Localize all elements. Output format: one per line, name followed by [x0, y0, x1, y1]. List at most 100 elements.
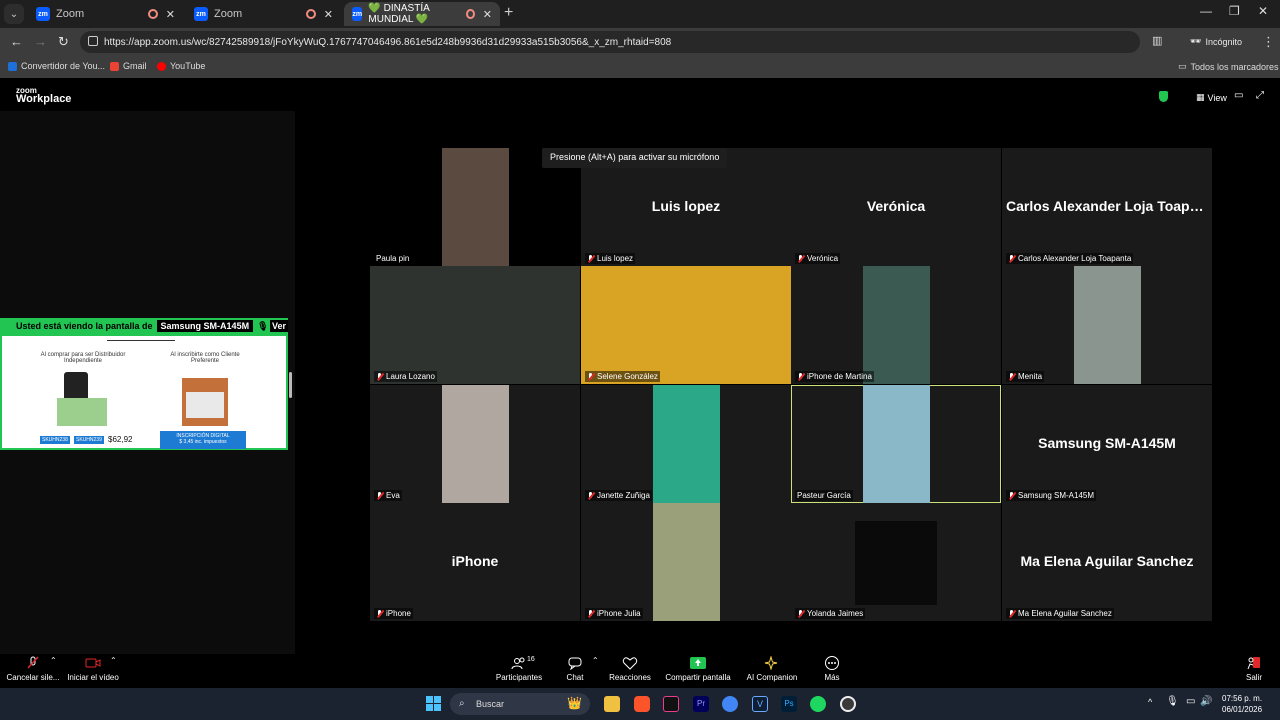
photoshop-icon[interactable]: Ps	[781, 696, 797, 712]
tiktok-icon[interactable]	[663, 696, 679, 712]
app-icon[interactable]	[840, 696, 856, 712]
participant-tile[interactable]: Eva	[370, 385, 580, 503]
incognito-indicator[interactable]: 🕶 Incógnito	[1190, 36, 1242, 47]
brave-browser-icon[interactable]	[634, 696, 650, 712]
encryption-shield-icon[interactable]	[1159, 91, 1168, 102]
new-tab-button[interactable]: +	[504, 4, 513, 22]
screen: ⌄ zm Zoom ✕ zm Zoom ✕ zm 💚 DINASTÍA MUND…	[0, 0, 1280, 720]
windows-taskbar: ⌕ Buscar 👑 Pr V Ps ^ 🎙 ▭ 🔊 07:56 p. m. 0…	[0, 688, 1280, 720]
participant-video	[370, 266, 580, 384]
browser-tab-zoom-2[interactable]: zm Zoom ✕	[186, 2, 341, 26]
participant-tile[interactable]: Selene González	[581, 266, 791, 384]
microphone-icon[interactable]: 🎙	[1166, 696, 1179, 707]
chat-button[interactable]: Chat	[558, 656, 592, 682]
bookmark-convertidor[interactable]: Convertidor de You...	[8, 61, 105, 71]
participants-button[interactable]: Participantes 16	[493, 656, 545, 682]
audio-options-caret-icon[interactable]: ⌃	[50, 656, 57, 665]
back-icon[interactable]: ←	[10, 34, 23, 49]
participant-tile[interactable]: Carlos Alexander Loja Toapa... Carlos Ale…	[1002, 148, 1212, 266]
zoom-workplace-logo: zoom Workplace	[16, 86, 72, 105]
reactions-button[interactable]: Reacciones	[606, 656, 654, 682]
participant-name-label: Eva	[374, 490, 402, 501]
leave-button[interactable]: Salir	[1240, 656, 1268, 682]
share-device-name[interactable]: Samsung SM-A145M	[156, 320, 254, 332]
muted-mic-icon	[1008, 254, 1015, 263]
muted-mic-icon	[797, 372, 804, 381]
participant-tile[interactable]: iPhone Julia	[581, 503, 791, 621]
participant-tile[interactable]: Verónica Verónica	[791, 148, 1001, 266]
participant-video	[1074, 266, 1141, 384]
view-options-button[interactable]: Ver	[269, 320, 288, 332]
participant-name: iPhone Julia	[597, 609, 641, 618]
participant-display-name: Ma Elena Aguilar Sanchez	[1020, 553, 1194, 569]
reader-mode-icon[interactable]: ▥	[1152, 34, 1162, 47]
system-clock[interactable]: 07:56 p. m. 06/01/2026	[1222, 693, 1262, 715]
participant-name: Janette Zuñiga	[597, 491, 650, 500]
network-icon[interactable]: ▭	[1186, 696, 1195, 707]
participant-tile[interactable]: Ma Elena Aguilar Sanchez Ma Elena Aguilar…	[1002, 503, 1212, 621]
tab-search-button[interactable]: ⌄	[4, 4, 24, 24]
sparkle-icon	[764, 656, 778, 670]
participant-name: iPhone de Martina	[807, 372, 872, 381]
ai-companion-button[interactable]: AI Companion	[742, 656, 802, 682]
participant-name: Selene González	[597, 372, 658, 381]
price-label: $62,92	[108, 435, 133, 444]
reload-icon[interactable]: ↻	[58, 34, 69, 50]
file-explorer-icon[interactable]	[604, 696, 620, 712]
participant-video	[653, 503, 720, 621]
participant-name-label: Verónica	[795, 253, 841, 264]
fullscreen-icon[interactable]: ⤢	[1256, 90, 1264, 101]
taskbar-search[interactable]: ⌕ Buscar 👑	[450, 693, 590, 715]
panel-resize-handle[interactable]	[289, 372, 292, 398]
participant-name-label: Luis lopez	[585, 253, 636, 264]
close-icon[interactable]: ✕	[483, 8, 492, 21]
participant-name-label: Ma Elena Aguilar Sanchez	[1006, 608, 1114, 619]
participant-tile[interactable]: iPhone iPhone	[370, 503, 580, 621]
shared-screen-content[interactable]: Al comprar para ser Distribuidor Indepen…	[0, 334, 288, 450]
gmail-icon	[110, 61, 119, 71]
volume-icon[interactable]: 🔊	[1200, 696, 1212, 707]
participant-tile[interactable]: Janette Zuñiga	[581, 385, 791, 503]
spotify-icon[interactable]	[810, 696, 826, 712]
premiere-pro-icon[interactable]: Pr	[693, 696, 709, 712]
close-icon[interactable]: ✕	[166, 8, 175, 21]
participant-tile[interactable]: Samsung SM-A145M Samsung SM-A145M	[1002, 385, 1212, 503]
bookmark-gmail[interactable]: Gmail	[110, 61, 147, 71]
close-icon[interactable]: ✕	[324, 8, 333, 21]
participant-name: iPhone	[386, 609, 411, 618]
zoom-icon: zm	[194, 7, 208, 21]
screen-share-banner: Usted está viendo la pantalla de Samsung…	[0, 318, 288, 334]
participant-tile[interactable]: iPhone de Martina	[791, 266, 1001, 384]
view-button[interactable]: ▦ View	[1196, 92, 1227, 103]
maximize-button[interactable]: ❐	[1229, 4, 1240, 18]
participant-tile[interactable]: Laura Lozano	[370, 266, 580, 384]
bookmark-youtube[interactable]: YouTube	[157, 61, 205, 71]
browser-tab-dinastia[interactable]: zm 💚 DINASTÍA MUNDIAL 💚 ✕	[344, 2, 500, 26]
participant-tile[interactable]: Menita	[1002, 266, 1212, 384]
forward-icon[interactable]: →	[34, 34, 47, 49]
minimize-button[interactable]: —	[1200, 4, 1212, 18]
participant-tile[interactable]: Yolanda Jaimes	[791, 503, 1001, 621]
close-window-button[interactable]: ✕	[1258, 4, 1268, 18]
more-button[interactable]: Más	[815, 656, 849, 682]
site-info-icon[interactable]	[88, 36, 98, 46]
participant-display-name: Samsung SM-A145M	[1038, 435, 1176, 451]
divider	[107, 340, 175, 341]
participant-name: Eva	[386, 491, 400, 500]
browser-tab-zoom-1[interactable]: zm Zoom ✕	[28, 2, 183, 26]
share-screen-button[interactable]: Compartir pantalla	[663, 656, 733, 682]
show-hidden-icons[interactable]: ^	[1148, 697, 1152, 707]
tab-title: Zoom	[214, 8, 243, 20]
address-bar[interactable]: https://app.zoom.us/wc/82742589918/jFoYk…	[80, 31, 1140, 53]
vegas-icon[interactable]: V	[752, 696, 768, 712]
display-icon[interactable]: ▭	[1234, 90, 1243, 101]
distributor-title: Al comprar para ser Distribuidor Indepen…	[40, 352, 126, 364]
chat-options-caret-icon[interactable]: ⌃	[592, 656, 599, 665]
video-options-caret-icon[interactable]: ⌃	[110, 656, 117, 665]
all-bookmarks[interactable]: ▭ Todos los marcadores	[1178, 61, 1279, 72]
participant-display-name: Verónica	[866, 198, 926, 214]
windows-start-icon[interactable]	[426, 696, 442, 712]
chrome-icon[interactable]	[722, 696, 738, 712]
participant-tile[interactable]: Pasteur García	[791, 385, 1001, 503]
browser-menu-icon[interactable]: ⋮	[1262, 34, 1275, 50]
